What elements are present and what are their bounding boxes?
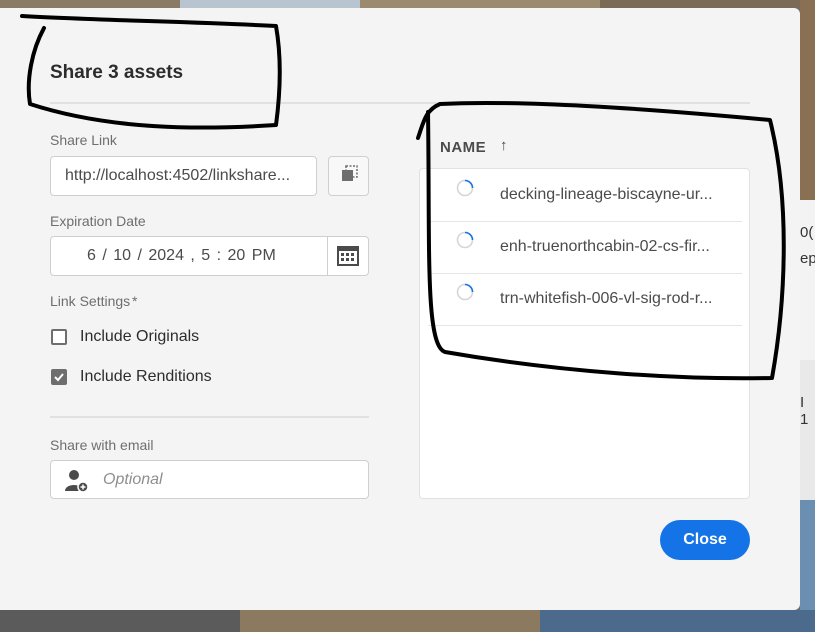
- background-thumbnail: [600, 0, 815, 8]
- background-text: epi: [800, 250, 815, 267]
- expiration-date-value: 6 / 10 / 2024 , 5 : 20 PM: [87, 247, 276, 264]
- required-asterisk: *: [132, 293, 138, 309]
- background-thumbnail: [240, 610, 540, 632]
- include-originals-checkbox[interactable]: [51, 329, 67, 345]
- checkmark-icon: [54, 373, 64, 382]
- asset-name: trn-whitefish-006-vl-sig-rod-r...: [500, 290, 713, 307]
- background-thumbnail: [360, 0, 600, 8]
- background-thumbnail: [180, 0, 360, 8]
- include-renditions-label[interactable]: Include Renditions: [80, 368, 212, 386]
- expiration-date-field[interactable]: 6 / 10 / 2024 , 5 : 20 PM: [50, 236, 369, 276]
- loading-spinner-icon: [456, 179, 474, 197]
- add-user-icon: [65, 470, 89, 493]
- background-thumbnail: [0, 610, 240, 632]
- background-thumbnail: [800, 0, 815, 200]
- dialog-title: Share 3 assets: [50, 62, 184, 83]
- share-link-field[interactable]: http://localhost:4502/linkshare...: [50, 156, 317, 196]
- background-text: I 1: [800, 394, 809, 428]
- list-item[interactable]: enh-truenorthcabin-02-cs-fir...: [428, 221, 742, 274]
- share-link-label: Share Link: [50, 132, 117, 148]
- share-email-label: Share with email: [50, 437, 154, 453]
- expiration-date-label: Expiration Date: [50, 213, 146, 229]
- calendar-button[interactable]: [327, 237, 368, 275]
- sort-ascending-icon[interactable]: ↑: [500, 137, 508, 154]
- share-dialog: Share 3 assets Share Link http://localho…: [0, 8, 800, 610]
- copy-link-button[interactable]: [328, 156, 369, 196]
- asset-name: enh-truenorthcabin-02-cs-fir...: [500, 238, 710, 255]
- background-text: 0(: [800, 224, 814, 241]
- settings-divider: [50, 416, 369, 418]
- title-divider: [50, 102, 750, 104]
- close-button[interactable]: Close: [660, 520, 750, 560]
- list-item[interactable]: trn-whitefish-006-vl-sig-rod-r...: [428, 273, 742, 326]
- asset-list: decking-lineage-biscayne-ur... enh-truen…: [419, 168, 750, 499]
- include-renditions-checkbox[interactable]: [51, 369, 67, 385]
- loading-spinner-icon: [456, 283, 474, 301]
- share-email-field[interactable]: Optional: [50, 460, 369, 499]
- share-email-placeholder: Optional: [103, 471, 163, 488]
- background-thumbnail: [540, 610, 815, 632]
- calendar-icon: [337, 246, 359, 266]
- name-column-header[interactable]: NAME: [440, 139, 486, 156]
- copy-icon: [342, 165, 358, 181]
- loading-spinner-icon: [456, 231, 474, 249]
- link-settings-label: Link Settings: [50, 293, 131, 309]
- list-item[interactable]: decking-lineage-biscayne-ur...: [428, 169, 742, 222]
- background-card: [800, 360, 815, 500]
- share-link-value: http://localhost:4502/linkshare...: [65, 167, 291, 184]
- include-originals-label[interactable]: Include Originals: [80, 328, 199, 346]
- asset-name: decking-lineage-biscayne-ur...: [500, 186, 713, 203]
- background-thumbnail: [0, 0, 180, 8]
